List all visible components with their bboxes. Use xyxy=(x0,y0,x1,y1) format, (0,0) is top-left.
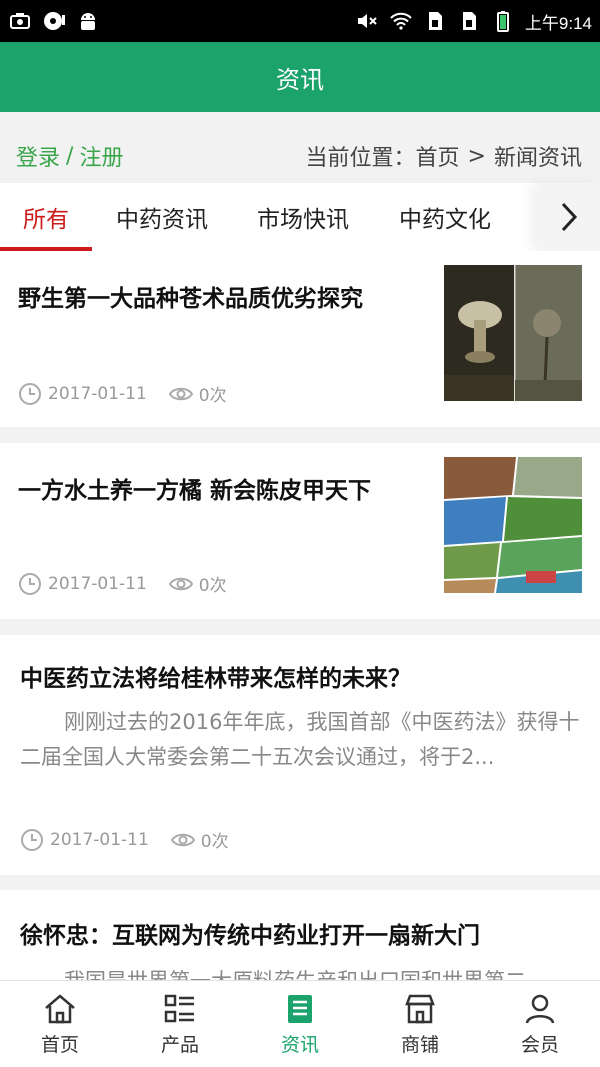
article-date: 2017-01-11 xyxy=(48,383,147,404)
article-thumbnail xyxy=(444,265,582,401)
article-item[interactable]: 徐怀忠：互联网为传统中药业打开一扇新大门 我国是世界第一大原料药生产和出口国和世… xyxy=(0,890,600,992)
location-row: 登录 / 注册 当前位置： 首页 > 新闻资讯 xyxy=(0,130,600,182)
article-meta: 2017-01-11 0次 xyxy=(18,571,227,596)
status-bar-right: 上午9:14 xyxy=(355,9,592,34)
auth-links: 登录 / 注册 xyxy=(16,140,123,172)
status-bar-left xyxy=(8,9,100,33)
article-title: 中医药立法将给桂林带来怎样的未来？ xyxy=(20,666,411,692)
clock: 上午9:14 xyxy=(524,13,592,33)
article-views: 0次 xyxy=(198,386,227,406)
tab-tcm-culture[interactable]: 中药文化 xyxy=(374,183,516,251)
media-icon xyxy=(44,12,65,30)
app-screen: 上午9:14 资讯 登录 / 注册 当前位置： 首页 > 新闻资讯 所有 中药资… xyxy=(0,0,600,1067)
nav-label: 会员 xyxy=(520,1033,559,1056)
tab-all[interactable]: 所有 xyxy=(0,183,92,251)
home-icon xyxy=(45,993,75,1023)
article-date: 2017-01-11 xyxy=(50,829,149,850)
nav-label: 商铺 xyxy=(400,1033,439,1056)
wifi-icon xyxy=(390,12,412,30)
clock-icon xyxy=(19,572,41,595)
login-link[interactable]: 登录 xyxy=(16,140,60,172)
nav-home[interactable]: 首页 xyxy=(0,981,120,1067)
battery-icon xyxy=(496,11,509,32)
nav-label: 产品 xyxy=(160,1033,199,1056)
nav-shops[interactable]: 商铺 xyxy=(360,981,480,1067)
article-item[interactable]: 野生第一大品种苍术品质优劣探究 2017-01-11 0次 xyxy=(0,251,600,427)
screenshot-icon xyxy=(10,13,30,29)
app-header: 资讯 xyxy=(0,42,600,112)
nav-member[interactable]: 会员 xyxy=(480,981,600,1067)
breadcrumb-current: 新闻资讯 xyxy=(493,146,582,171)
article-meta: 2017-01-11 0次 xyxy=(18,381,227,406)
register-link[interactable]: 注册 xyxy=(79,140,123,172)
nav-products[interactable]: 产品 xyxy=(120,981,240,1067)
user-icon xyxy=(525,994,555,1023)
news-icon xyxy=(288,994,312,1023)
bottom-nav: 首页 产品 资讯 商铺 会员 xyxy=(0,980,600,1067)
sim1-icon xyxy=(428,12,442,30)
shop-icon xyxy=(405,994,435,1023)
clock-icon xyxy=(19,382,41,405)
article-views: 0次 xyxy=(200,832,229,852)
article-title: 野生第一大品种苍术品质优劣探究 xyxy=(18,286,363,312)
eye-icon xyxy=(168,387,193,400)
article-title: 徐怀忠：互联网为传统中药业打开一扇新大门 xyxy=(20,923,480,949)
eye-icon xyxy=(170,833,195,846)
article-summary: 刚刚过去的2016年年底，我国首部《中医药法》获得十二届全国人大常委会第二十五次… xyxy=(20,710,580,769)
tab-tcm-news[interactable]: 中药资讯 xyxy=(92,183,232,251)
list-icon xyxy=(164,994,194,1022)
breadcrumb-separator: > xyxy=(467,143,486,169)
article-item[interactable]: 一方水土养一方橘 新会陈皮甲天下 2017-01-11 0次 xyxy=(0,443,600,619)
breadcrumb: 当前位置： 首页 > 新闻资讯 xyxy=(306,140,582,172)
mute-icon xyxy=(357,14,377,28)
status-bar: 上午9:14 xyxy=(0,0,600,42)
article-thumbnail xyxy=(444,457,582,593)
page-title: 资讯 xyxy=(276,65,324,94)
eye-icon xyxy=(168,577,193,590)
nav-news[interactable]: 资讯 xyxy=(240,981,360,1067)
clock-icon xyxy=(21,828,43,851)
article-title: 一方水土养一方橘 新会陈皮甲天下 xyxy=(18,478,372,504)
sim2-icon xyxy=(462,12,476,30)
auth-separator: / xyxy=(66,143,74,169)
nav-label: 首页 xyxy=(40,1033,79,1056)
article-date: 2017-01-11 xyxy=(48,573,147,594)
nav-label: 资讯 xyxy=(280,1033,319,1056)
breadcrumb-home[interactable]: 首页 xyxy=(416,140,460,172)
breadcrumb-prefix: 当前位置： xyxy=(305,146,416,171)
article-meta: 2017-01-11 0次 xyxy=(20,827,229,852)
category-tabs: 所有 中药资讯 市场快讯 中药文化 xyxy=(0,183,600,251)
tabs-more-button[interactable] xyxy=(538,183,600,251)
article-item[interactable]: 中医药立法将给桂林带来怎样的未来？ 刚刚过去的2016年年底，我国首部《中医药法… xyxy=(0,635,600,875)
tab-market-news[interactable]: 市场快讯 xyxy=(232,183,374,251)
android-icon xyxy=(81,13,95,30)
article-views: 0次 xyxy=(198,576,227,596)
chevron-right-icon xyxy=(561,202,578,232)
